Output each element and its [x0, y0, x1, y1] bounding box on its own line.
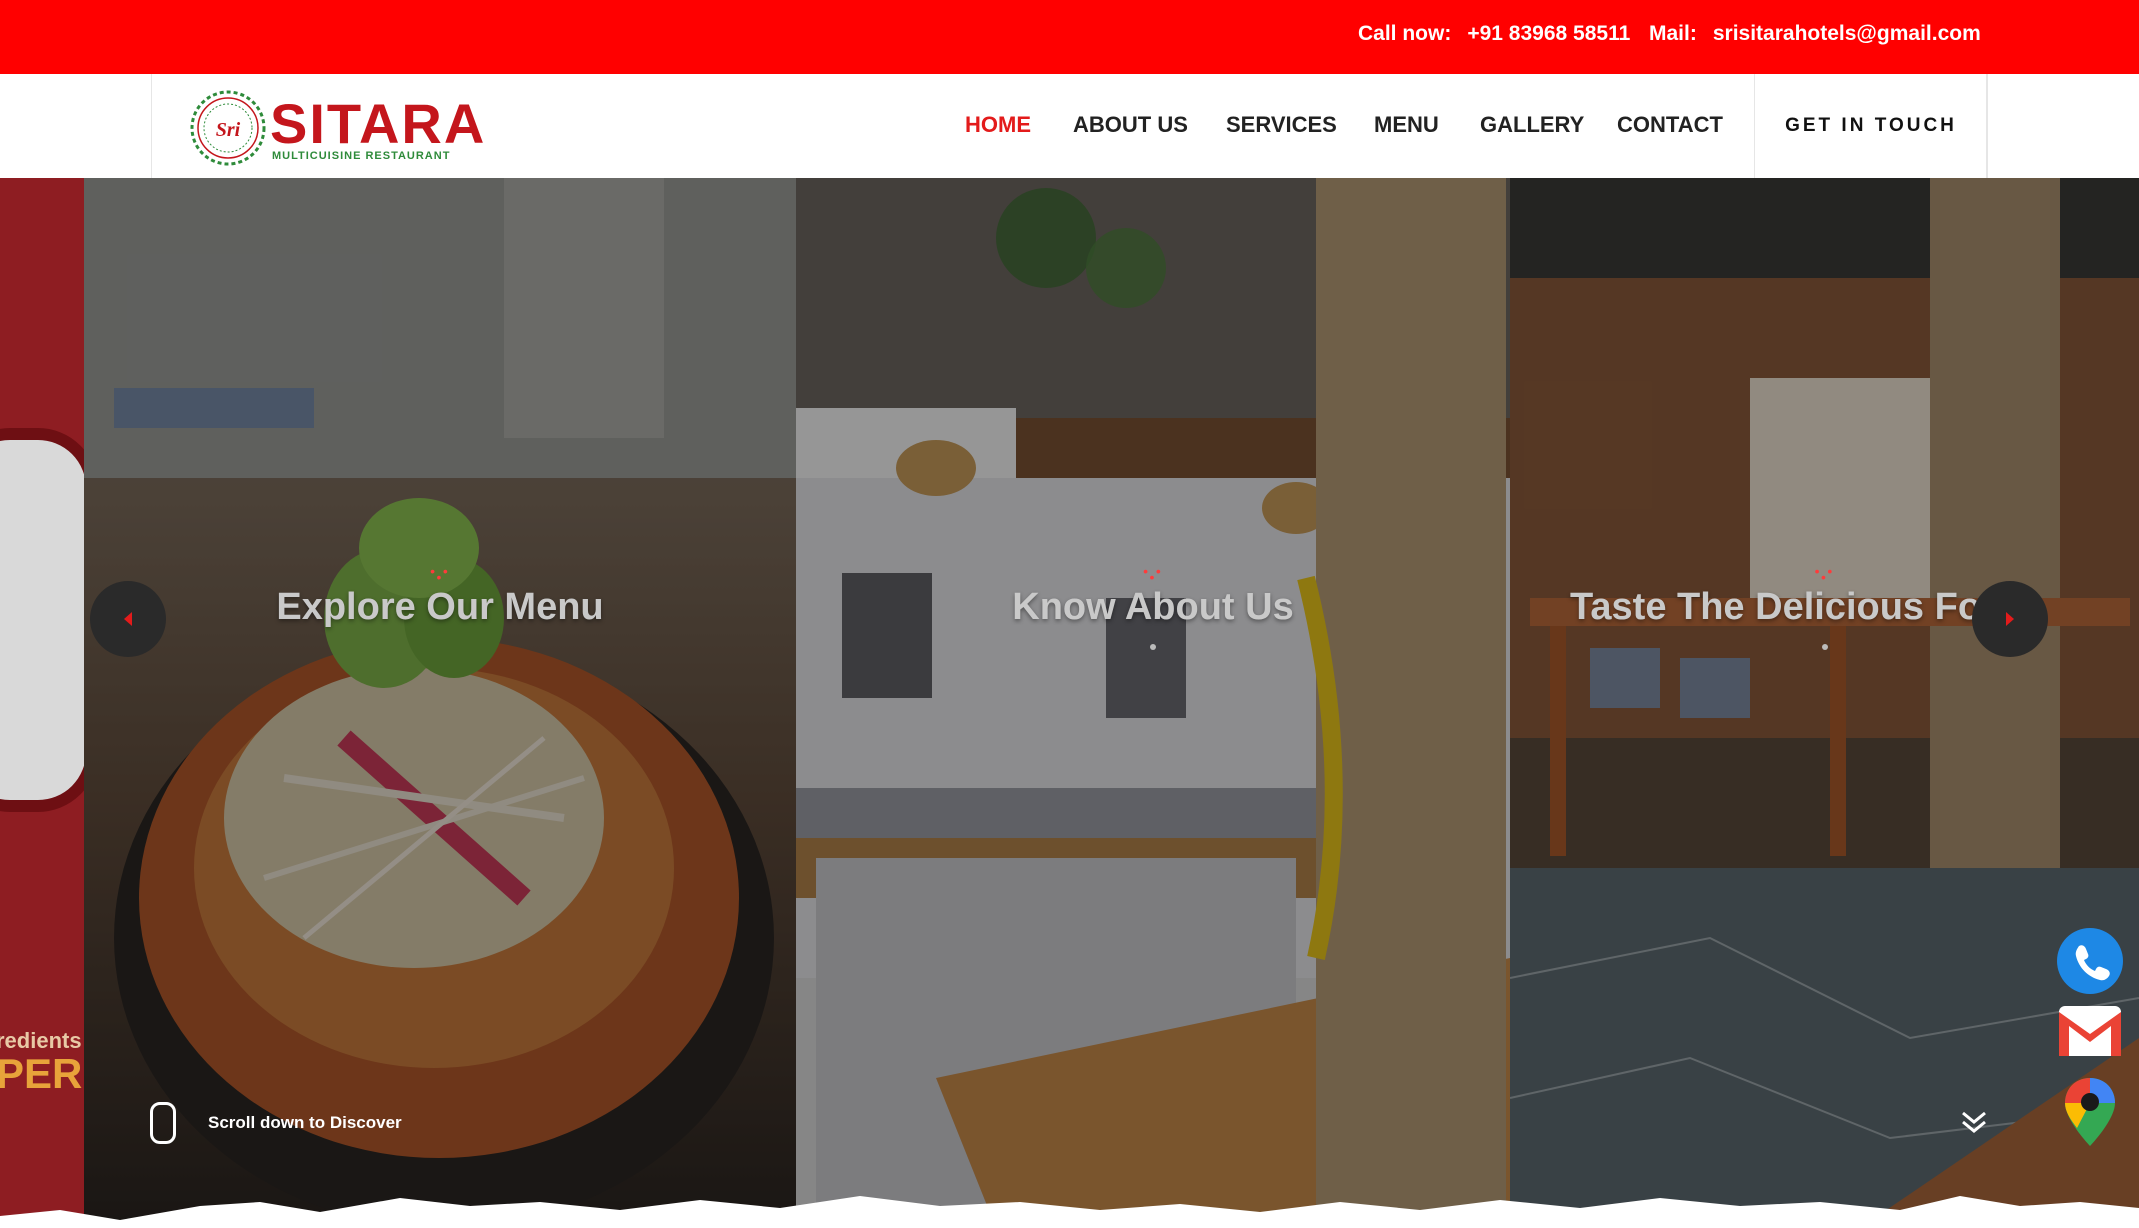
call-number[interactable]: +91 83968 58511 — [1467, 22, 1630, 45]
mail[interactable]: Mail: srisitarahotels@gmail.com — [1649, 22, 1981, 46]
nav-divider — [151, 74, 152, 178]
slide-know-about-us[interactable]: • • • Know About Us — [796, 178, 1510, 1228]
slide-accent-dots: • • • — [1143, 563, 1163, 585]
logo-badge-text: Sri — [216, 119, 241, 141]
logo-tagline: MULTICUISINE RESTAURANT — [272, 150, 451, 162]
call-now[interactable]: Call now: +91 83968 58511 — [1358, 22, 1630, 46]
next-arrow-icon — [2006, 612, 2014, 626]
nav-gallery[interactable]: GALLERY — [1480, 112, 1584, 138]
prev-arrow-icon — [124, 612, 132, 626]
nav-menu[interactable]: MENU — [1374, 112, 1439, 138]
top-contact-bar: Call now: +91 83968 58511 Mail: srisitarah… — [0, 0, 2139, 74]
scroll-hint-text: Scroll down to Discover — [208, 1113, 402, 1132]
side-banner: redients PERI — [0, 178, 84, 1228]
call-label: Call now: — [1358, 22, 1452, 45]
slide-explore-menu[interactable]: • • • Explore Our Menu — [84, 178, 796, 1228]
slide-taste-food[interactable]: • • • Taste The Delicious Food — [1510, 178, 2139, 1228]
slide-shade — [1510, 178, 2139, 1228]
slider-next-button[interactable] — [1972, 581, 2048, 657]
maps-pin-icon[interactable] — [2057, 1076, 2123, 1148]
get-in-touch-button[interactable]: GET IN TOUCH — [1754, 74, 1988, 178]
double-chevron-down-icon[interactable] — [1960, 1110, 1988, 1136]
slide-accent-dots: • • • — [1814, 563, 1835, 585]
scroll-hint[interactable]: Scroll down to Discover — [150, 1102, 402, 1144]
hero-slider: redients PERI • • • Explore Our Menu — [0, 178, 2139, 1228]
nav-contact[interactable]: CONTACT — [1617, 112, 1723, 138]
slide-title: Taste The Delicious Food — [1570, 586, 2028, 628]
mail-address[interactable]: srisitarahotels@gmail.com — [1713, 22, 1981, 45]
logo-badge-icon: Sri — [190, 90, 266, 166]
side-banner-frame — [0, 428, 84, 812]
slide-shade — [84, 178, 796, 1228]
torn-paper-edge — [0, 1196, 2139, 1228]
nav-services[interactable]: SERVICES — [1226, 112, 1337, 138]
site-logo[interactable]: Sri SITARA MULTICUISINE RESTAURANT — [188, 88, 493, 168]
phone-icon[interactable] — [2057, 928, 2123, 994]
gmail-icon[interactable] — [2057, 1004, 2123, 1058]
slide-accent-dots: • • • — [430, 563, 450, 585]
slide-title: Know About Us — [1012, 586, 1294, 628]
side-banner-text-2: PERI — [0, 1050, 84, 1097]
slider-prev-button[interactable] — [90, 581, 166, 657]
slide-sub-dot — [1150, 644, 1156, 650]
nav-about-us[interactable]: ABOUT US — [1073, 112, 1188, 138]
main-navbar: Sri SITARA MULTICUISINE RESTAURANT HOME … — [0, 74, 2139, 178]
slide-title: Explore Our Menu — [276, 586, 604, 628]
slide-sub-dot — [1821, 644, 1828, 650]
mouse-icon — [150, 1102, 176, 1144]
nav-home[interactable]: HOME — [965, 112, 1031, 138]
mail-label: Mail: — [1649, 22, 1697, 45]
slide-shade — [796, 178, 1510, 1228]
